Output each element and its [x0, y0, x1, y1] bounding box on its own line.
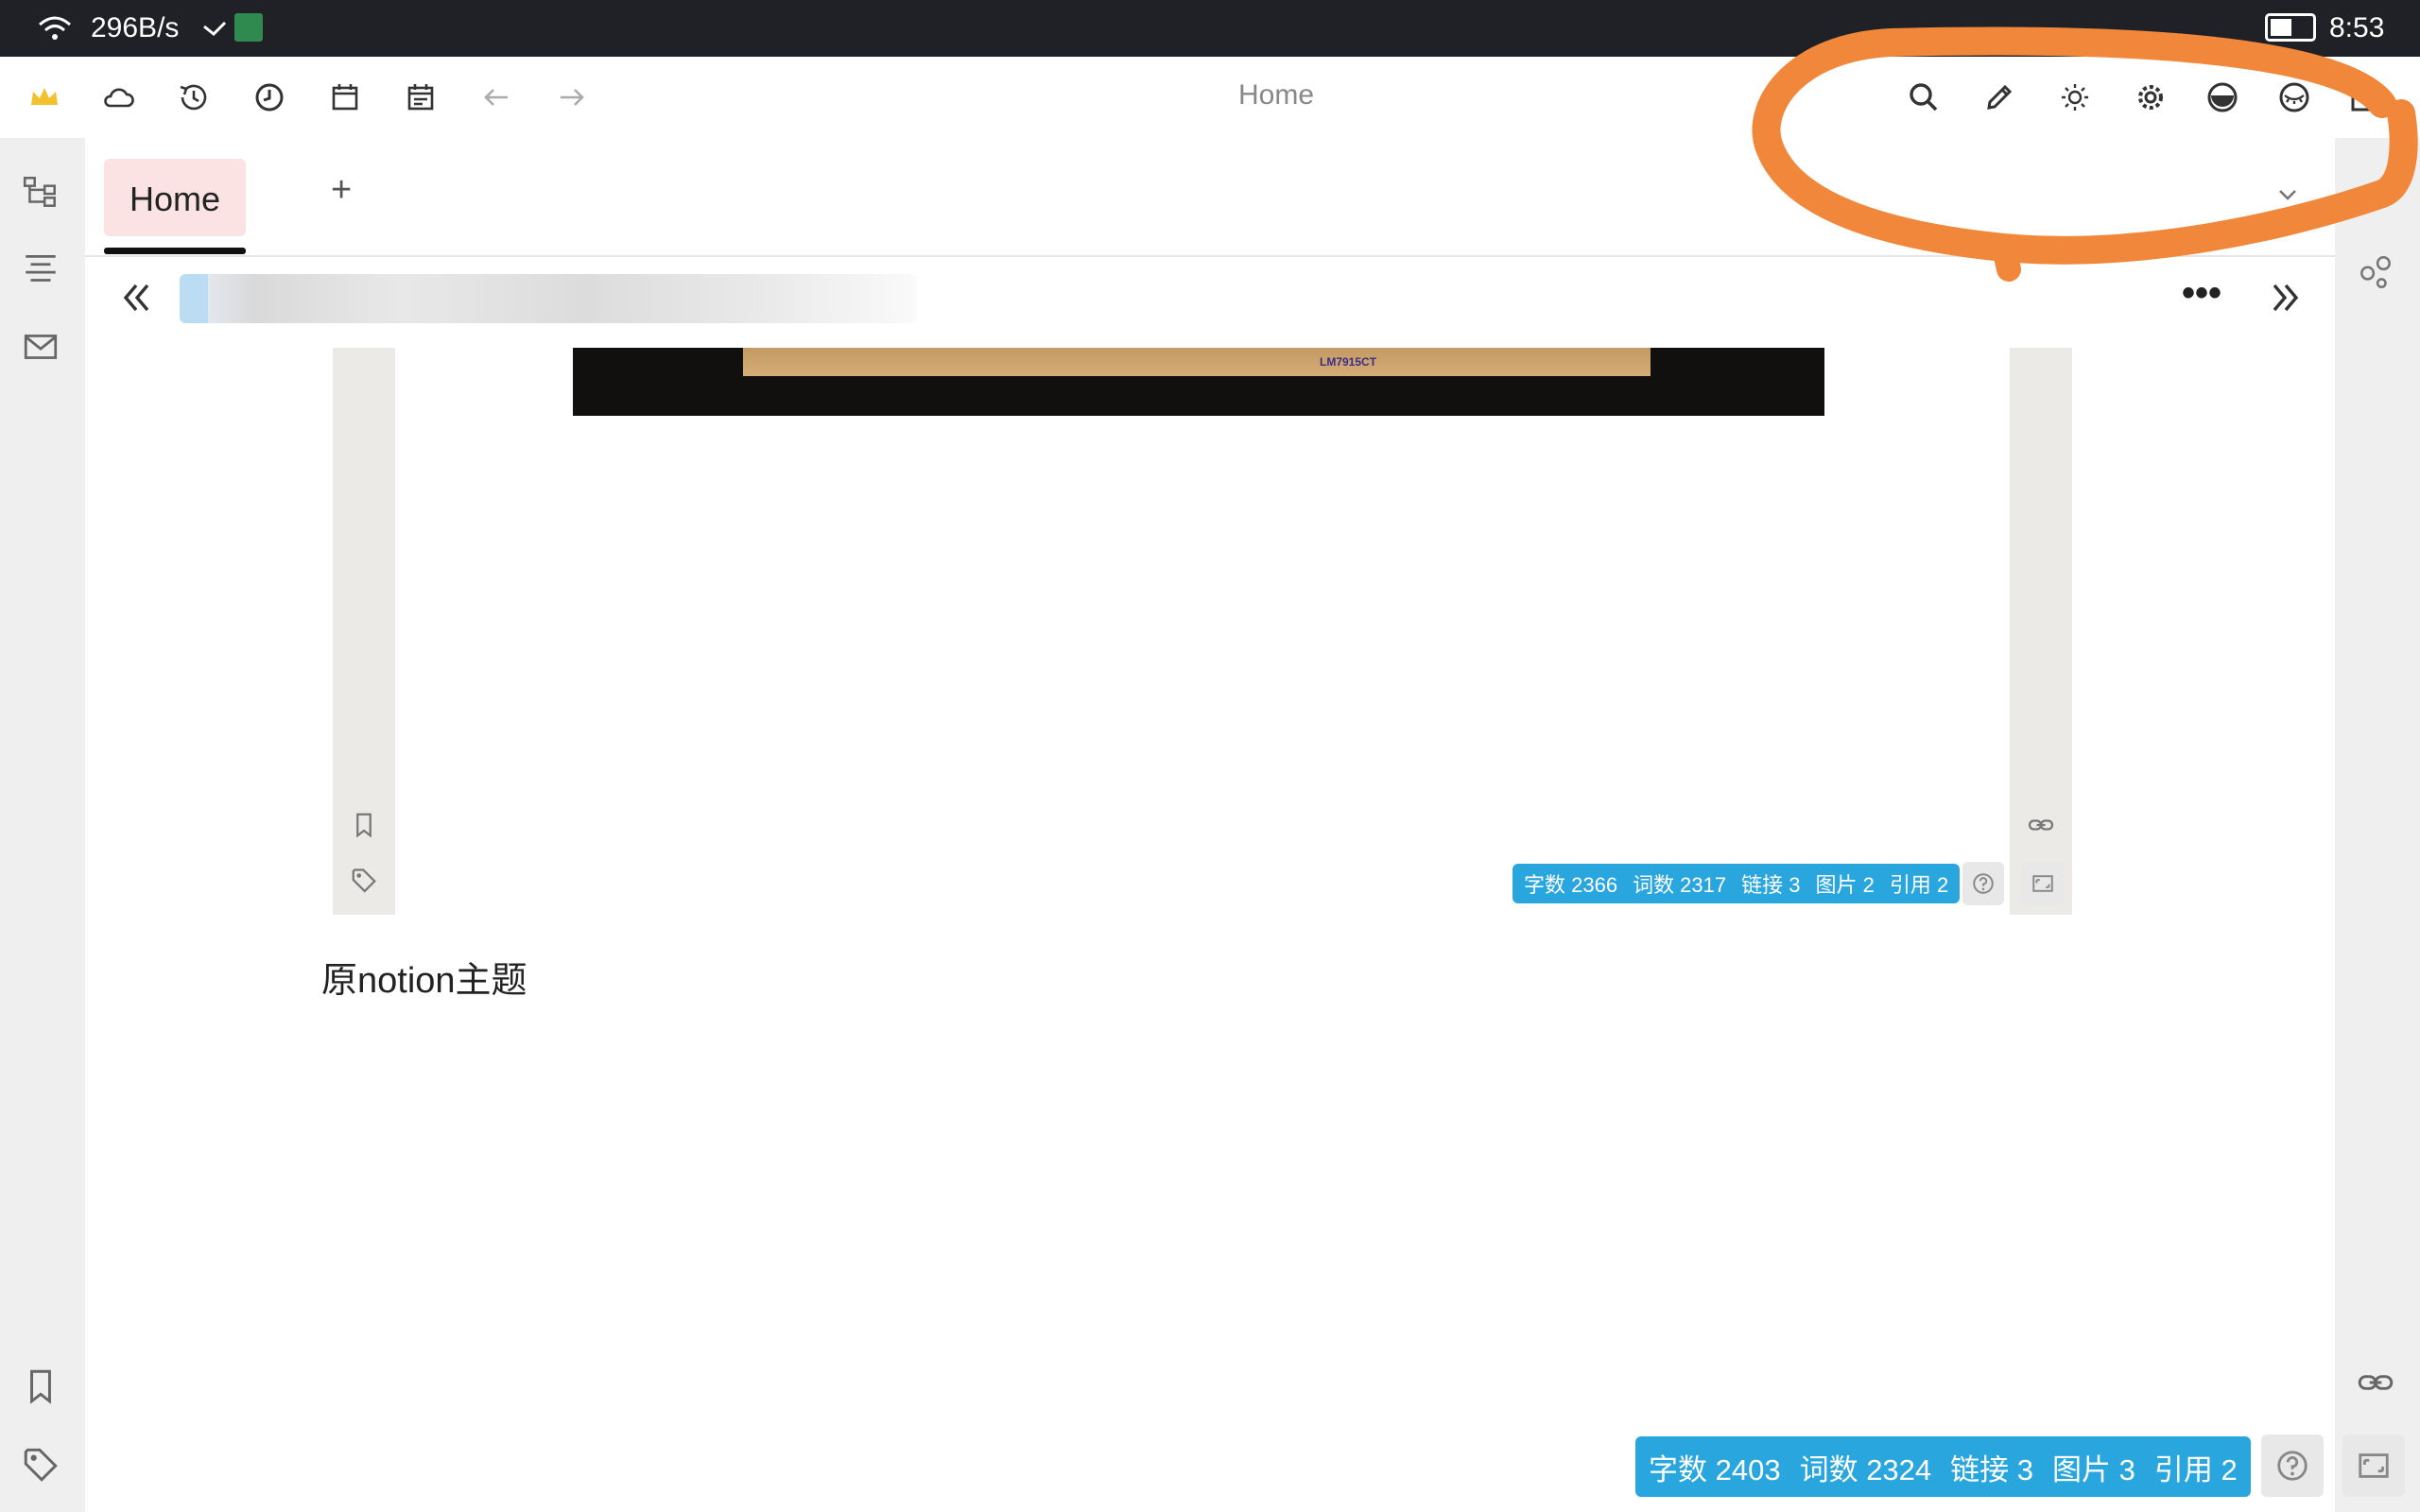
crown-icon[interactable]: [23, 76, 66, 119]
stat-links: 链接 3: [1950, 1452, 2034, 1486]
inner-stats-badge: 字数 2366 词数 2317 链接 3 图片 2 引用 2: [1512, 864, 1961, 903]
bookmark-icon: [350, 811, 378, 839]
more-options-button[interactable]: •••: [2182, 272, 2221, 315]
expand-right-icon[interactable]: [2261, 274, 2308, 321]
clock-icon[interactable]: [248, 76, 291, 119]
breadcrumb-row: •••: [85, 257, 2335, 352]
inner-left-dock: [333, 348, 395, 915]
back-arrow-icon[interactable]: [475, 76, 518, 119]
top-toolbar: Home: [0, 57, 2420, 140]
breadcrumb[interactable]: [180, 274, 917, 323]
calendar-icon[interactable]: [323, 76, 367, 119]
inner-right-dock: [2010, 348, 2072, 915]
tag-icon[interactable]: [21, 1444, 64, 1487]
inner-stat-chars: 字数 2366: [1524, 873, 1618, 897]
embedded-photo: LM7915CT: [573, 348, 1824, 416]
link-icon[interactable]: [2356, 1363, 2399, 1406]
inner-stat-refs: 引用 2: [1889, 873, 1949, 897]
mail-icon[interactable]: [21, 327, 64, 370]
inner-stat-images: 图片 2: [1815, 873, 1875, 897]
graph-icon[interactable]: [2356, 251, 2399, 295]
stat-images: 图片 3: [2052, 1452, 2135, 1486]
close-icon[interactable]: [2269, 176, 2307, 214]
stat-chars: 字数 2403: [1649, 1452, 1781, 1486]
tag-icon: [350, 866, 378, 894]
help-icon: [1962, 862, 2004, 905]
tab-active-indicator: [104, 248, 246, 254]
inner-stat-links: 链接 3: [1741, 873, 1801, 897]
wifi-icon: [36, 11, 74, 50]
search-icon[interactable]: [1902, 76, 1945, 119]
daily-note-icon[interactable]: [399, 76, 442, 119]
photo-label: LM7915CT: [1320, 355, 1377, 369]
brightness-icon[interactable]: [2053, 76, 2097, 119]
tab-home-label: Home: [129, 180, 221, 218]
link-icon: [2027, 811, 2055, 839]
eye-closed-icon[interactable]: [2273, 76, 2316, 119]
clock-time: 8:53: [2329, 12, 2385, 43]
app-notification-icon: [234, 13, 263, 42]
page-title: Home: [1237, 79, 1315, 111]
forward-arrow-icon[interactable]: [550, 76, 594, 119]
gear-icon[interactable]: [2129, 76, 2172, 119]
fullscreen-button[interactable]: [2342, 1435, 2405, 1497]
collapse-left-icon[interactable]: [113, 274, 161, 321]
align-center-icon[interactable]: [21, 249, 64, 293]
fullscreen-icon: [2021, 862, 2065, 905]
history-icon[interactable]: [172, 76, 216, 119]
signal-icon: [202, 19, 227, 43]
battery-icon: [2265, 13, 2316, 42]
outline-tree-icon[interactable]: [21, 172, 64, 215]
window-icon[interactable]: [2344, 76, 2388, 119]
add-tab-button[interactable]: +: [331, 170, 352, 211]
stat-refs: 引用 2: [2153, 1452, 2238, 1486]
help-button[interactable]: [2261, 1435, 2324, 1497]
cloud-icon[interactable]: [96, 76, 140, 119]
status-bar: 296B/s 8:53: [0, 0, 2420, 57]
bookmark-icon[interactable]: [21, 1366, 64, 1410]
stat-words: 词数 2324: [1799, 1452, 1932, 1486]
net-speed: 296B/s: [91, 12, 180, 43]
circuit-board-strip: LM7915CT: [743, 348, 1651, 376]
tab-home[interactable]: Home: [104, 159, 246, 236]
footer-stats-badge[interactable]: 字数 2403 词数 2324 链接 3 图片 3 引用 2: [1635, 1436, 2251, 1497]
theme-toggle-icon[interactable]: [2201, 76, 2244, 119]
inner-stat-words: 词数 2317: [1633, 873, 1727, 897]
tab-bar: Home +: [85, 138, 2335, 257]
edit-pencil-icon[interactable]: [1978, 76, 2021, 119]
document-paragraph[interactable]: 原notion主题: [321, 951, 527, 1003]
left-dock: [0, 138, 85, 1512]
right-dock: [2335, 138, 2420, 1512]
